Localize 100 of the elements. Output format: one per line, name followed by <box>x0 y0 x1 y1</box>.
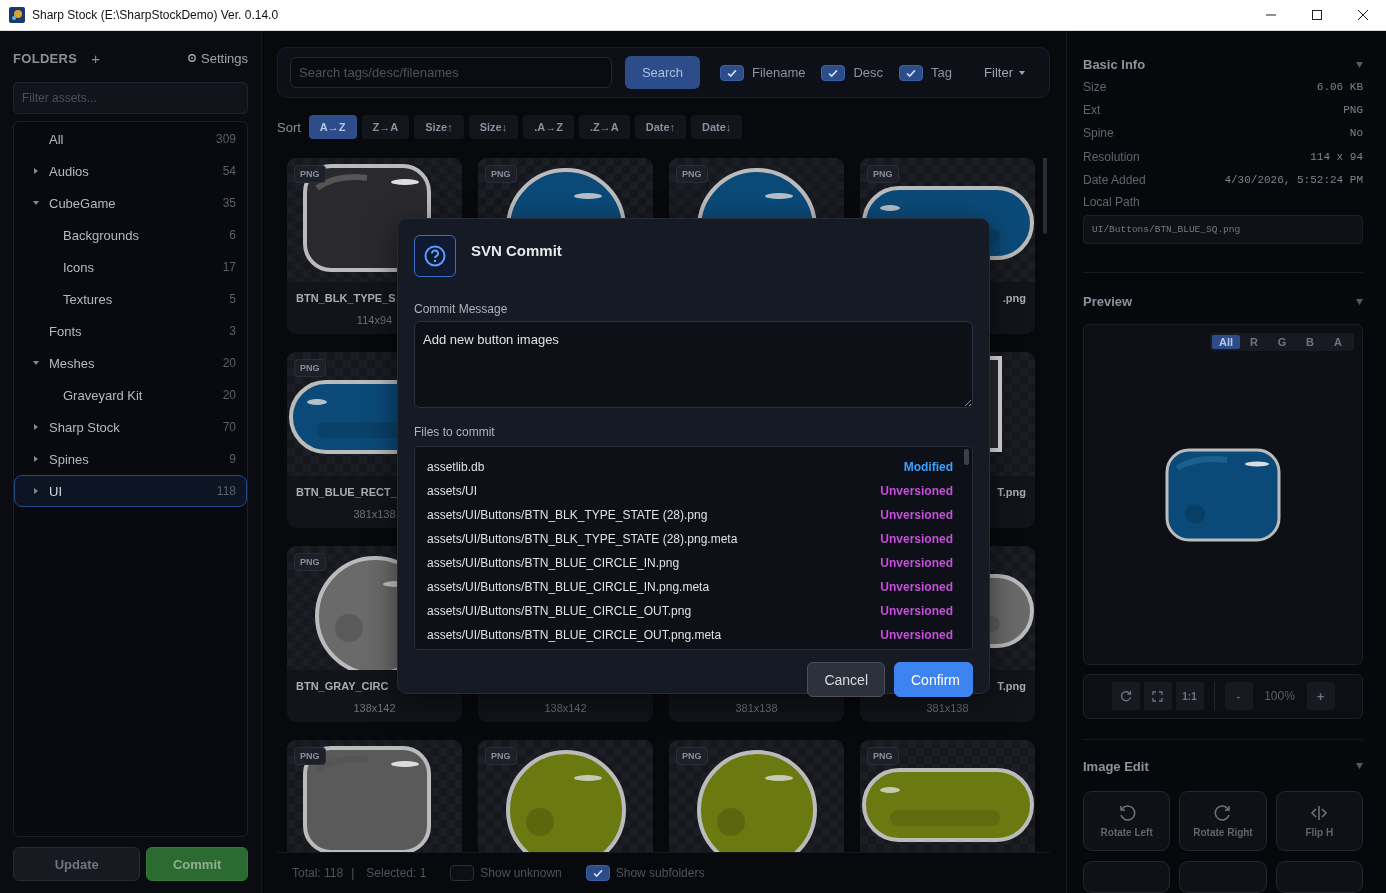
folder-item[interactable]: Fonts 3 <box>14 315 247 347</box>
file-row[interactable]: assets/UI/Buttons/BTN_BLK_TYPE_STATE (28).png Unversioned <box>427 503 953 527</box>
zoom-out-button[interactable]: - <box>1224 682 1253 711</box>
folder-item[interactable]: Audios 54 <box>14 155 247 187</box>
info-label: Date Added <box>1083 172 1146 187</box>
asset-name: BTN_BLUE_RECT_ <box>296 486 397 500</box>
fit-button[interactable] <box>1143 682 1172 711</box>
fullscreen-icon <box>1152 690 1163 702</box>
filter-field[interactable]: Filter assets... <box>13 82 248 114</box>
dialog-title: SVN Commit <box>471 242 562 259</box>
folder-item[interactable]: Textures 5 <box>14 283 247 315</box>
sort-option[interactable]: Z→A <box>361 115 410 139</box>
file-status: Unversioned <box>880 532 953 546</box>
close-icon[interactable] <box>1358 10 1368 20</box>
reset-button[interactable] <box>1111 682 1140 711</box>
folder-item[interactable]: Sharp Stock 70 <box>14 411 247 443</box>
filter-dropdown[interactable]: Filter <box>984 65 1025 80</box>
asset-name: .png <box>1002 292 1026 306</box>
channel-button[interactable]: R <box>1240 335 1268 350</box>
format-badge: PNG <box>867 747 899 765</box>
channel-button[interactable]: All <box>1212 335 1240 350</box>
asset-name: T.png <box>997 486 1026 500</box>
sort-option[interactable]: A→Z <box>308 115 357 139</box>
folder-item[interactable]: Spines 9 <box>14 443 247 475</box>
checkbox[interactable] <box>899 64 924 81</box>
collapse-icon[interactable] <box>1356 298 1363 305</box>
asset-size: 114x94 <box>356 314 393 326</box>
asset-size: 381x138 <box>926 702 969 714</box>
file-row[interactable]: assets/UI/Buttons/BTN_BLUE_CIRCLE_OUT.png.meta Unversioned <box>427 623 953 647</box>
channel-button[interactable]: A <box>1324 335 1352 350</box>
scrollbar-thumb[interactable] <box>1043 158 1047 234</box>
channel-button[interactable]: G <box>1268 335 1296 350</box>
file-path: assets/UI/Buttons/BTN_BLUE_CIRCLE_IN.png.meta <box>427 580 710 594</box>
file-row[interactable]: assets/UI/Buttons/BTN_BLUE_CIRCLE_IN.png.meta Unversioned <box>427 575 953 599</box>
search-field[interactable]: Search tags/desc/filenames <box>290 57 612 88</box>
zoom-in-button[interactable]: + <box>1306 682 1335 711</box>
confirm-button[interactable]: Confirm <box>894 662 973 697</box>
scrollbar-thumb[interactable] <box>964 449 969 465</box>
folder-item[interactable]: Backgrounds 6 <box>14 219 247 251</box>
folder-item[interactable]: Meshes 20 <box>14 347 247 379</box>
gear-icon <box>187 53 197 63</box>
settings-link[interactable]: Settings <box>187 50 248 66</box>
file-row[interactable]: assets/UI/Buttons/BTN_BLUE_CIRCLE_OUT.png Unversioned <box>427 599 953 623</box>
caret-icon[interactable] <box>33 200 39 206</box>
file-status: Unversioned <box>880 484 953 498</box>
zoom-level: 100% <box>1263 689 1296 704</box>
collapse-icon[interactable] <box>1356 763 1363 770</box>
folder-item[interactable]: UI 118 <box>14 475 247 507</box>
checkbox[interactable] <box>821 64 846 81</box>
asset-size: 381x138 <box>353 508 396 520</box>
caret-icon[interactable] <box>33 456 39 462</box>
folder-item[interactable]: Graveyard Kit 20 <box>14 379 247 411</box>
checkbox[interactable] <box>450 865 475 881</box>
file-status: Unversioned <box>880 628 953 642</box>
refresh-icon <box>1119 690 1132 703</box>
info-value: 4/30/2026, 5:52:24 PM <box>1224 173 1363 186</box>
edit-button[interactable]: Flip H <box>1275 790 1363 851</box>
info-label: Ext <box>1083 103 1101 118</box>
file-row[interactable]: assets/UI Unversioned <box>427 479 953 503</box>
file-status: Unversioned <box>880 580 953 594</box>
path-field[interactable]: UI/Buttons/BTN_BLUE_SQ.png <box>1083 214 1363 244</box>
caret-icon[interactable] <box>33 168 39 174</box>
folder-item[interactable]: All 309 <box>14 123 247 155</box>
commit-message-field[interactable]: Add new button images <box>414 321 973 408</box>
checkbox[interactable] <box>585 865 610 881</box>
sort-option[interactable]: .A→Z <box>523 115 574 139</box>
section-title: Preview <box>1083 294 1133 309</box>
file-row[interactable]: assets/UI/Buttons/BTN_BLK_TYPE_STATE (28).png.meta Unversioned <box>427 527 953 551</box>
channel-button[interactable]: B <box>1296 335 1324 350</box>
checkbox[interactable] <box>720 64 744 81</box>
sort-option[interactable]: Size↑ <box>414 115 464 139</box>
cancel-button[interactable]: Cancel <box>807 662 885 697</box>
folder-item[interactable]: Icons 17 <box>14 251 247 283</box>
sort-option[interactable]: .Z→A <box>578 115 630 139</box>
folder-item[interactable]: CubeGame 35 <box>14 187 247 219</box>
asset-size: 381x138 <box>735 702 778 714</box>
sort-option[interactable]: Date↑ <box>634 115 687 139</box>
add-folder-button[interactable]: + <box>91 49 100 67</box>
separator: | <box>351 866 355 880</box>
caret-icon[interactable] <box>33 488 39 494</box>
edit-button[interactable]: Rotate Right <box>1179 790 1267 851</box>
caret-icon[interactable] <box>33 424 39 430</box>
flip-icon <box>1310 803 1329 822</box>
sort-option[interactable]: Size↓ <box>468 115 519 139</box>
file-path: assets/UI/Buttons/BTN_BLK_TYPE_STATE (28).png <box>427 508 708 522</box>
file-path: assets/UI/Buttons/BTN_BLUE_CIRCLE_OUT.png <box>427 604 692 618</box>
collapse-icon[interactable] <box>1356 61 1363 68</box>
file-row[interactable]: assetlib.db Modified <box>427 455 953 479</box>
update-button[interactable]: Update <box>13 847 141 881</box>
maximize-icon[interactable] <box>1312 10 1322 20</box>
format-badge: PNG <box>676 747 708 765</box>
edit-button[interactable]: Rotate Left <box>1083 790 1171 851</box>
file-row[interactable]: assets/UI/Buttons/BTN_BLUE_CIRCLE_IN.png Unversioned <box>427 551 953 575</box>
caret-icon[interactable] <box>33 360 39 366</box>
window-title: Sharp Stock (E:\SharpStockDemo) Ver. 0.14.0 <box>32 8 280 22</box>
rotate-right-icon <box>1214 803 1232 822</box>
info-value: No <box>1349 127 1363 140</box>
sort-option[interactable]: Date↓ <box>691 115 743 139</box>
search-button[interactable]: Search <box>625 56 700 89</box>
actual-size-button[interactable]: 1:1 <box>1175 682 1204 711</box>
